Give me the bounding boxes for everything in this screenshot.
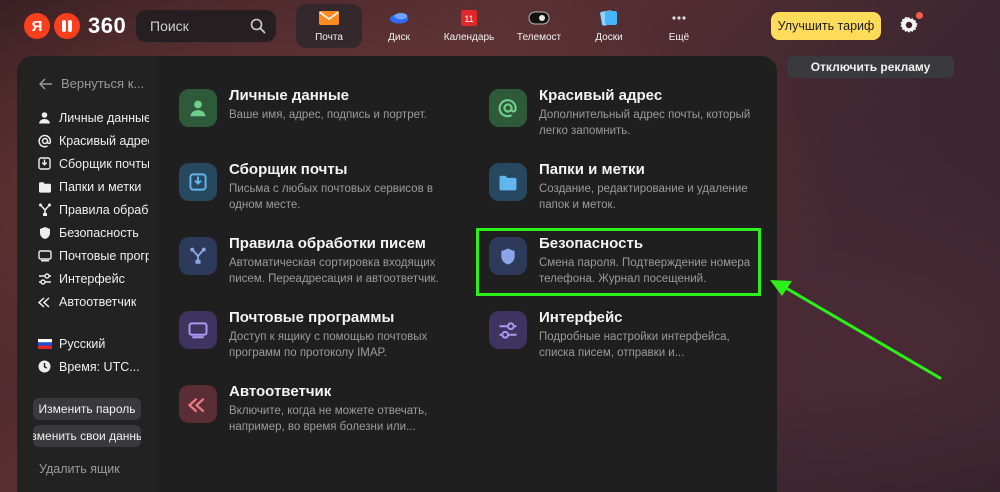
annotation-arrow [770,280,942,380]
